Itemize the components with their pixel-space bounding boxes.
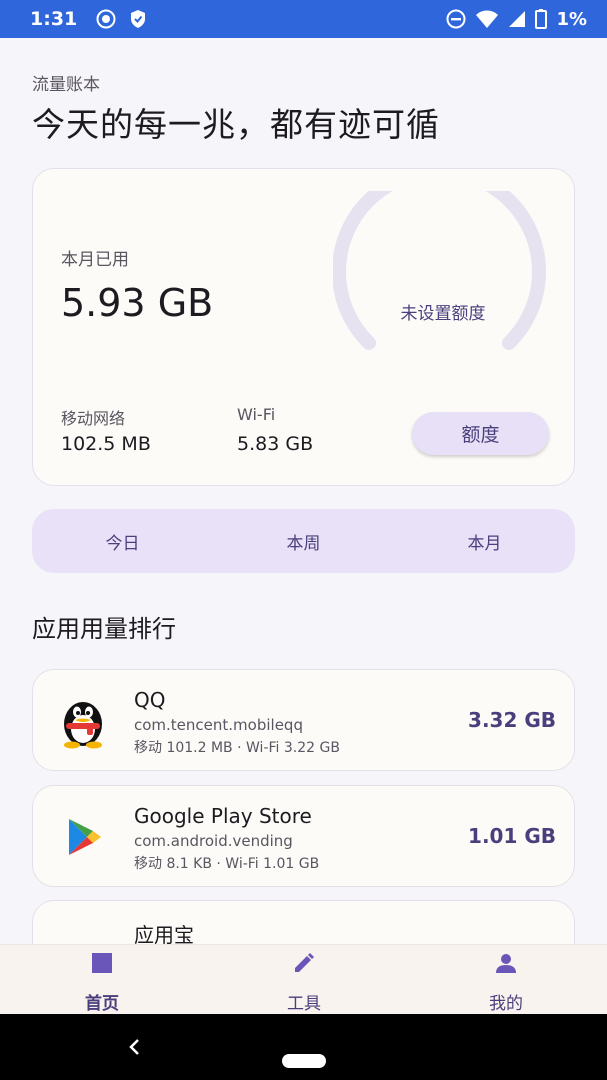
pencil-icon	[295, 953, 314, 972]
wifi-value: 5.83 GB	[237, 433, 314, 455]
tab-this-week[interactable]: 本周	[213, 509, 394, 573]
app-ranking-title: 应用用量排行	[32, 615, 176, 643]
quota-button[interactable]: 额度	[412, 412, 549, 455]
usage-summary-card: 本月已用 5.93 GB 未设置额度 移动网络 102.5 MB Wi-Fi 5…	[32, 164, 575, 486]
app-package: com.android.vending	[134, 832, 293, 850]
month-used-value: 5.93 GB	[61, 281, 214, 325]
nav-tools-label: 工具	[287, 994, 321, 1014]
mobile-network-label: 移动网络	[61, 409, 126, 428]
app-subtitle: 流量账本	[32, 75, 100, 95]
month-used-label: 本月已用	[61, 250, 129, 270]
home-pill[interactable]	[282, 1054, 326, 1068]
tab-today[interactable]: 今日	[32, 509, 213, 573]
nav-profile[interactable]: 我的	[446, 945, 566, 1015]
app-package: com.tencent.mobileqq	[134, 716, 303, 734]
battery-icon	[535, 9, 548, 29]
app-usage-detail: 移动 101.2 MB · Wi-Fi 3.22 GB	[134, 740, 340, 756]
battery-percent: 1%	[556, 8, 587, 30]
do-not-disturb-icon	[446, 9, 466, 29]
nav-home-label: 首页	[85, 994, 119, 1014]
nav-home[interactable]: 首页	[42, 945, 162, 1015]
record-icon	[96, 9, 116, 29]
system-navigation-bar	[0, 1014, 607, 1080]
wifi-label: Wi-Fi	[237, 405, 276, 424]
nav-profile-label: 我的	[489, 994, 523, 1014]
app-name: QQ	[134, 688, 166, 712]
shield-icon	[131, 10, 146, 28]
app-total-usage: 1.01 GB	[468, 824, 556, 848]
home-square-icon	[92, 953, 112, 973]
qq-penguin-icon	[64, 702, 102, 749]
signal-icon	[509, 11, 526, 27]
app-name: Google Play Store	[134, 804, 312, 828]
person-icon	[496, 954, 516, 973]
status-bar: 1:31 1%	[0, 0, 607, 38]
bottom-navigation: 首页 工具 我的	[0, 944, 607, 1014]
google-play-icon	[69, 819, 101, 855]
wifi-icon	[476, 10, 499, 28]
app-total-usage: 3.32 GB	[468, 708, 556, 732]
app-row-qq[interactable]: QQ com.tencent.mobileqq 移动 101.2 MB · Wi…	[32, 669, 575, 771]
quota-gauge[interactable]: 未设置额度	[332, 164, 553, 371]
back-icon[interactable]	[124, 1036, 146, 1058]
period-tabs: 今日 本周 本月	[32, 509, 575, 573]
page-title: 今天的每一兆，都有迹可循	[32, 105, 440, 144]
tab-this-month[interactable]: 本月	[394, 509, 575, 573]
app-row-google-play-store[interactable]: Google Play Store com.android.vending 移动…	[32, 785, 575, 887]
mobile-network-value: 102.5 MB	[61, 433, 151, 455]
gauge-status-text: 未设置额度	[400, 304, 486, 324]
app-usage-detail: 移动 8.1 KB · Wi-Fi 1.01 GB	[134, 856, 320, 872]
nav-tools[interactable]: 工具	[244, 945, 364, 1015]
status-time: 1:31	[30, 8, 78, 30]
gauge-arc	[332, 164, 546, 350]
